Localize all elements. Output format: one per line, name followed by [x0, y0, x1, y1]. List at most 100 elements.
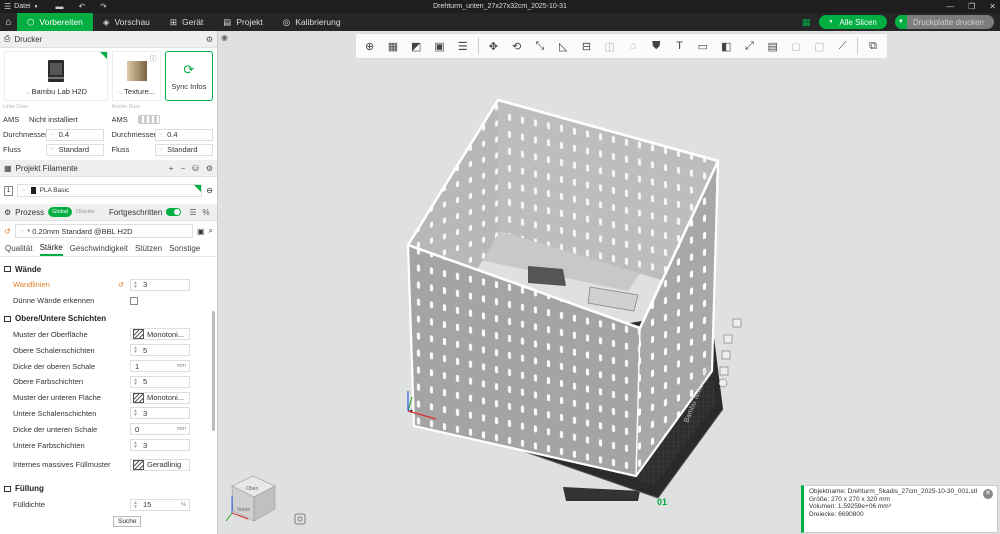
top-thickness-label: Dicke der oberen Schale: [13, 361, 96, 371]
wall-loops-input[interactable]: ▲ ▼ 3: [130, 278, 190, 291]
printer-select-card[interactable]: ⌵ Bambu Lab H2D: [4, 51, 109, 101]
left-diameter-select[interactable]: ⌵ 0.4: [46, 128, 104, 141]
tab-speed[interactable]: Geschwindigkeit: [70, 244, 128, 253]
file-menu-label[interactable]: Datei: [14, 3, 30, 10]
bottom-layers-input[interactable]: ▲ ▼ 3: [130, 407, 190, 420]
sync-icon: ⟳: [183, 61, 195, 77]
save-preset-icon[interactable]: ▣: [197, 227, 205, 236]
top-pattern-select[interactable]: Monotoni...: [130, 328, 190, 341]
filament-name: PLA Basic: [39, 187, 70, 194]
print-plate-button[interactable]: ▼ Druckplatte drucken: [894, 15, 994, 29]
plate-settings-icon[interactable]: [718, 378, 728, 388]
view-navigation-cube[interactable]: Oben Vorne: [225, 475, 276, 522]
object-name-row: Objektname: Drehturm_Skadis_27cm_2025-10…: [809, 488, 992, 496]
sidebar-scrollbar[interactable]: [212, 311, 215, 431]
reset-icon[interactable]: ↺: [4, 227, 11, 236]
scope-objects[interactable]: Objekte: [71, 207, 99, 217]
plate-orient-icon[interactable]: [721, 350, 731, 360]
advanced-switch[interactable]: [166, 208, 182, 216]
left-flow-value: Standard: [58, 145, 90, 154]
bottom-pattern-select[interactable]: Monotoni...: [130, 391, 190, 404]
list-icon[interactable]: ☰: [189, 208, 196, 217]
infill-group-title: Füllung: [15, 484, 44, 494]
spin-arrows-icon[interactable]: ▲ ▼: [133, 377, 138, 386]
tab-prepare[interactable]: ⬡ Vorbereiten: [17, 13, 93, 31]
minus-icon[interactable]: −: [180, 164, 185, 173]
top-layers-option: Obere Schalenschichten ▲ ▼ 5: [0, 342, 217, 358]
scope-toggle[interactable]: Global Objekte: [48, 207, 99, 217]
texture-plate-icon: [126, 61, 147, 81]
plate-settings-icon[interactable]: ▦: [802, 17, 811, 28]
filament-select[interactable]: ⌵ PLA Basic: [17, 184, 203, 197]
solid-infill-label: Internes massives Füllmuster: [13, 459, 111, 469]
close-icon[interactable]: ✕: [989, 2, 996, 11]
right-diameter-select[interactable]: ⌵ 0.4: [154, 128, 213, 141]
chevron-down-icon[interactable]: ▼: [894, 15, 907, 29]
bottom-thickness-input[interactable]: 0 mm: [130, 423, 190, 436]
close-icon[interactable]: ✕: [983, 489, 993, 499]
filament-edit-icon[interactable]: ⊖: [206, 186, 213, 195]
top-layers-input[interactable]: ▲ ▼ 5: [130, 344, 190, 357]
filament-color-swatch[interactable]: [30, 187, 36, 194]
tab-calibration[interactable]: ◎ Kalibrierung: [273, 13, 351, 31]
bottom-thickness-label: Dicke der unteren Schale: [13, 424, 98, 434]
right-diameter-label: Durchmesser: [111, 130, 155, 139]
scope-global[interactable]: Global: [48, 207, 72, 217]
thin-walls-option: Dünne Wände erkennen: [0, 293, 217, 309]
plate-arrange-icon[interactable]: [723, 334, 733, 344]
object-triangles-row: Dreiecke: 6690800: [809, 511, 992, 519]
save-icon[interactable]: ▬: [55, 2, 63, 11]
tab-strength[interactable]: Stärke: [39, 242, 63, 256]
spin-arrows-icon[interactable]: ▲ ▼: [133, 280, 138, 289]
gear-icon[interactable]: ⚙: [206, 164, 213, 173]
top-color-layers-input[interactable]: ▲ ▼ 5: [130, 375, 190, 388]
filament-section-title: Projekt Filamente: [15, 163, 78, 173]
right-flow-select[interactable]: ⌵ Standard: [154, 143, 213, 156]
process-preset-select[interactable]: ⌵ * 0.20mm Standard @BBL H2D: [14, 224, 193, 238]
printer-section-header: ⎙ Drucker ⚙: [0, 31, 217, 48]
infill-density-input[interactable]: ▲ ▼ 15%: [130, 498, 190, 511]
tab-others[interactable]: Sonstige: [169, 244, 200, 253]
menu-icon[interactable]: ☰: [4, 2, 11, 11]
compare-icon[interactable]: %: [202, 208, 209, 217]
undo-icon[interactable]: ↶: [78, 2, 85, 11]
home-icon[interactable]: ⌂: [0, 13, 17, 31]
top-thickness-input[interactable]: 1 mm: [130, 360, 190, 373]
bottom-pattern-option: Muster der unteren Fläche Monotoni...: [0, 390, 217, 406]
tab-preview[interactable]: ◈ Vorschau: [93, 13, 160, 31]
spin-arrows-icon[interactable]: ▲ ▼: [133, 409, 138, 418]
spin-arrows-icon[interactable]: ▲ ▼: [133, 500, 138, 509]
object-info-panel: ✕ Objektname: Drehturm_Skadis_27cm_2025-…: [801, 485, 998, 533]
tab-project[interactable]: ▤ Projekt: [213, 13, 273, 31]
process-preset-row: ↺ ⌵ * 0.20mm Standard @BBL H2D ▣ ⌕: [0, 221, 217, 241]
slice-all-button[interactable]: ▼ Alle Slicen: [818, 15, 887, 29]
plate-lock-icon[interactable]: [719, 366, 729, 376]
sync-info-button[interactable]: ⟳ Sync Infos: [164, 51, 214, 101]
info-icon[interactable]: ⓘ: [150, 54, 157, 64]
redo-icon[interactable]: ↷: [100, 2, 107, 11]
spin-arrows-icon[interactable]: ▲ ▼: [133, 346, 138, 355]
gear-icon[interactable]: ⚙: [206, 35, 213, 44]
left-flow-select[interactable]: ⌵ Standard: [46, 143, 104, 156]
restore-icon[interactable]: ❐: [968, 2, 975, 11]
spin-arrows-icon[interactable]: ▲ ▼: [133, 441, 138, 450]
reset-icon[interactable]: ↺: [118, 281, 124, 289]
bottom-color-layers-input[interactable]: ▲ ▼ 3: [130, 439, 190, 452]
object-size-label: Größe:: [809, 495, 830, 503]
tab-supports[interactable]: Stützen: [135, 244, 162, 253]
3d-viewport[interactable]: ◉ ⊕ ▦ ◩ ▣ ☰ ✥ ⟲ ⤡ ◺ ⊟ ◫ ⌂ ⛊ T ▭ ◧ ⤢ ▤ ◻ …: [218, 31, 1000, 534]
plus-icon[interactable]: +: [169, 164, 174, 173]
minimize-icon[interactable]: —: [946, 2, 954, 11]
tab-device[interactable]: ⊞ Gerät: [160, 13, 213, 31]
model-object[interactable]: [406, 98, 720, 478]
file-menu[interactable]: ☰ Datei ▼ ▬ ↶ ↷: [0, 2, 107, 11]
solid-infill-select[interactable]: Geradlinig: [130, 458, 190, 471]
plate-type-card[interactable]: ⓘ ⌵ Texture...: [112, 51, 161, 101]
search-icon[interactable]: ⌕: [209, 226, 213, 236]
chevron-down-icon[interactable]: ▼: [34, 4, 39, 10]
tab-quality[interactable]: Qualität: [5, 244, 33, 253]
fit-view-icon[interactable]: [294, 513, 306, 525]
plate-close-icon[interactable]: [732, 318, 742, 328]
filament-sync-icon[interactable]: ⛁: [192, 164, 199, 173]
thin-walls-checkbox[interactable]: [130, 296, 138, 305]
